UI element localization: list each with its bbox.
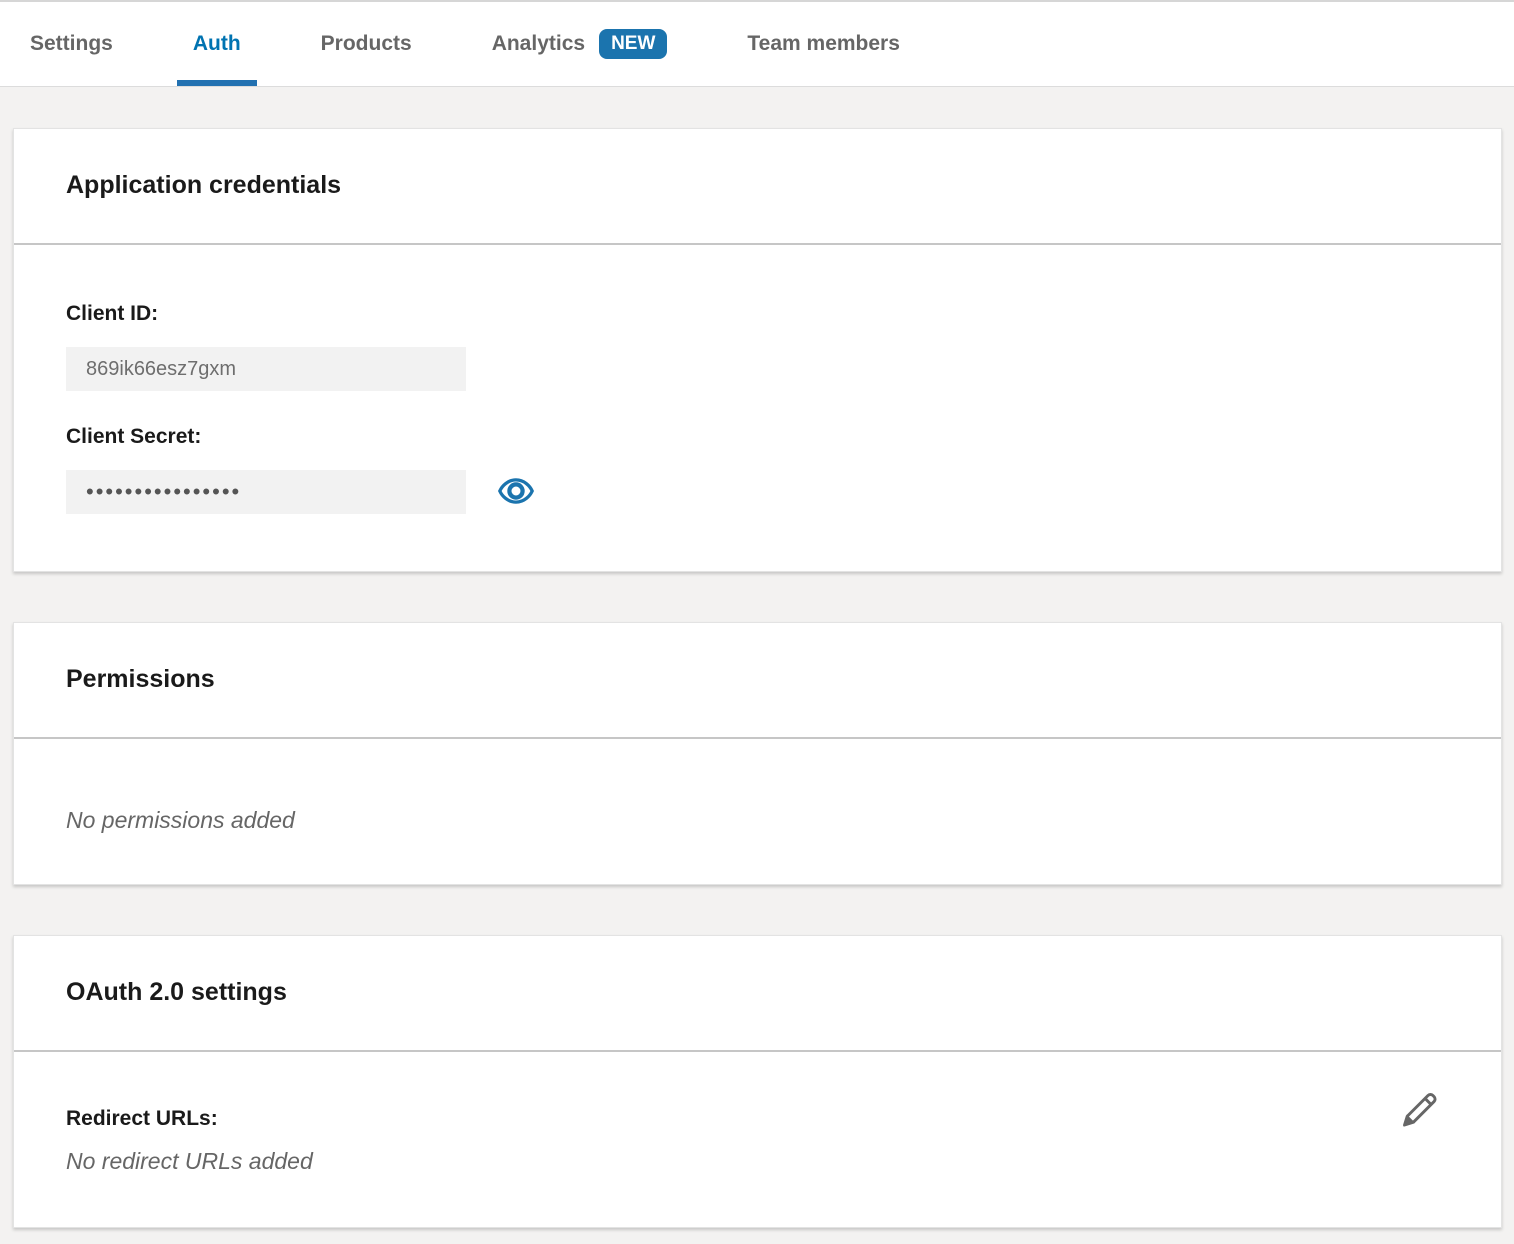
eye-icon	[498, 476, 534, 509]
tab-team-members-label: Team members	[747, 32, 900, 56]
application-credentials-body: Client ID: Client Secret:	[14, 245, 1501, 571]
tab-products-label: Products	[321, 32, 412, 56]
main-content: Application credentials Client ID: Clien…	[0, 87, 1514, 1228]
oauth-settings-card: OAuth 2.0 settings Redirect URLs: No red…	[13, 935, 1502, 1228]
edit-redirect-urls-button[interactable]	[1395, 1086, 1443, 1137]
tab-settings-label: Settings	[30, 32, 113, 56]
pencil-icon	[1397, 1120, 1441, 1135]
new-badge: NEW	[599, 29, 667, 59]
oauth-settings-title: OAuth 2.0 settings	[66, 978, 1449, 1007]
tab-team-members[interactable]: Team members	[731, 2, 916, 86]
tab-analytics[interactable]: Analytics NEW	[476, 2, 684, 86]
application-credentials-title: Application credentials	[66, 171, 1449, 200]
tab-settings[interactable]: Settings	[14, 2, 129, 86]
oauth-settings-header: OAuth 2.0 settings	[14, 936, 1501, 1052]
client-id-field[interactable]	[66, 347, 466, 391]
tab-products[interactable]: Products	[305, 2, 428, 86]
permissions-empty-text: No permissions added	[66, 807, 1449, 834]
client-secret-label: Client Secret:	[66, 425, 1449, 449]
client-secret-row	[66, 470, 1449, 514]
redirect-urls-label: Redirect URLs:	[66, 1107, 1449, 1131]
redirect-urls-empty-text: No redirect URLs added	[66, 1148, 1449, 1175]
tab-analytics-label: Analytics	[492, 32, 585, 56]
reveal-secret-button[interactable]	[498, 475, 534, 509]
permissions-card: Permissions No permissions added	[13, 622, 1502, 885]
client-id-label: Client ID:	[66, 302, 1449, 326]
client-secret-field[interactable]	[66, 470, 466, 514]
tab-auth-label: Auth	[193, 32, 241, 56]
application-credentials-card: Application credentials Client ID: Clien…	[13, 128, 1502, 572]
tab-auth[interactable]: Auth	[177, 2, 257, 86]
app-tabbar: Settings Auth Products Analytics NEW Tea…	[0, 0, 1514, 87]
permissions-title: Permissions	[66, 665, 1449, 694]
application-credentials-header: Application credentials	[14, 129, 1501, 245]
permissions-body: No permissions added	[14, 739, 1501, 884]
permissions-header: Permissions	[14, 623, 1501, 739]
oauth-settings-body: Redirect URLs: No redirect URLs added	[14, 1052, 1501, 1227]
